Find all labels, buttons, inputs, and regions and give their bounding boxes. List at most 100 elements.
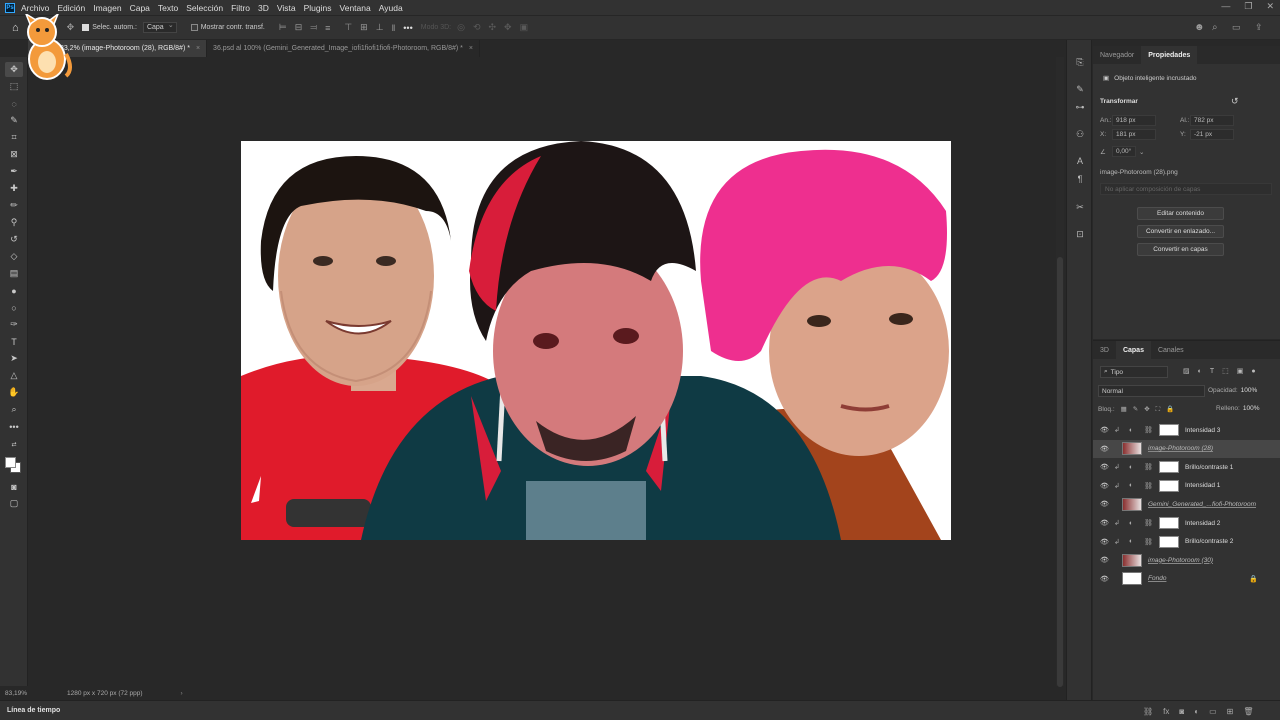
visibility-eye-icon[interactable]: 👁 [1100,556,1110,564]
distribute-vertical-icon[interactable]: ‖ [392,23,396,33]
history-icon[interactable]: ⎘ [1073,55,1087,69]
tab-properties[interactable]: Propiedades [1141,46,1198,64]
menu-ventana[interactable]: Ventana [340,3,371,13]
menu-archivo[interactable]: Archivo [21,3,49,13]
libraries-icon[interactable]: ⚇ [1073,127,1087,141]
filter-shape-icon[interactable]: ⬚ [1222,367,1229,375]
tools-icon[interactable]: ✂ [1073,200,1087,214]
foreground-color-swatch[interactable] [5,457,16,468]
brush-settings-icon[interactable]: ✎ [1073,82,1087,96]
align-bottom-icon[interactable]: ⊥ [376,22,384,33]
visibility-eye-icon[interactable]: 👁 [1100,463,1110,471]
x-field[interactable]: 181 px [1112,129,1156,140]
visibility-eye-icon[interactable]: 👁 [1100,426,1110,434]
menu-3d[interactable]: 3D [258,3,269,13]
visibility-eye-icon[interactable]: 👁 [1100,500,1110,508]
width-field[interactable]: 918 px [1112,115,1156,126]
layer-mask-thumbnail[interactable] [1159,461,1179,474]
layer-thumbnail[interactable] [1122,553,1142,567]
adjustment-layer-icon[interactable]: ◐ [1129,464,1140,471]
layer-name[interactable]: Fondo [1148,575,1166,582]
filter-type-icon[interactable]: T [1210,368,1214,375]
layer-name[interactable]: Brillo/contraste 1 [1185,464,1233,471]
visibility-eye-icon[interactable]: 👁 [1100,538,1110,546]
tab-3d[interactable]: 3D [1093,341,1116,359]
eyedropper-tool-icon[interactable]: ✒ [5,164,23,179]
layer-name[interactable]: Intensidad 3 [1185,427,1220,434]
layer-row[interactable]: 👁 image-Photoroom (30) [1093,551,1280,569]
eraser-tool-icon[interactable]: ◇ [5,249,23,264]
layer-row[interactable]: 👁 image-Photoroom (28) [1093,439,1280,458]
menu-seleccion[interactable]: Selección [186,3,223,13]
delete-layer-icon[interactable]: 🗑 [1243,707,1253,716]
status-arrow-icon[interactable]: › [181,690,183,697]
document-canvas[interactable] [241,141,951,540]
tab-channels[interactable]: Canales [1151,341,1191,359]
layer-name[interactable]: image-Photoroom (30) [1148,557,1213,564]
workspace-icon[interactable]: ▭ [1232,22,1241,33]
vertical-scroll-thumb[interactable] [1057,257,1063,687]
paragraph-icon[interactable]: ¶ [1073,172,1087,186]
y-field[interactable]: -21 px [1190,129,1234,140]
height-field[interactable]: 782 px [1190,115,1234,126]
layer-filter-dropdown[interactable]: ⌕ Tipo [1100,366,1168,378]
convert-to-linked-button[interactable]: Convertir en enlazado... [1137,225,1224,238]
align-right-icon[interactable]: ⫤ [310,22,317,33]
restore-icon[interactable]: ❐ [1244,1,1252,12]
auto-select-option[interactable]: Selec. autom.: [82,24,137,31]
layer-row[interactable]: 👁 ↲ ◐ ⛓ Brillo/contraste 1 [1093,458,1280,476]
document-info[interactable]: 1280 px x 720 px (72 ppp) [67,690,143,697]
filter-adjustment-icon[interactable]: ◐ [1198,368,1202,375]
clone-stamp-icon[interactable]: ⚲ [5,215,23,230]
blend-mode-dropdown[interactable]: Normal [1098,385,1205,397]
show-transform-checkbox[interactable] [190,24,198,31]
align-middle-icon[interactable]: ⊞ [360,22,368,33]
quick-mask-icon[interactable]: ◙ [5,479,23,494]
add-mask-icon[interactable]: ◙ [1179,707,1184,716]
minimize-icon[interactable]: — [1221,1,1230,12]
close-tab-icon[interactable]: × [196,45,200,52]
layer-mask-thumbnail[interactable] [1159,424,1179,436]
layer-mask-thumbnail[interactable] [1159,517,1179,529]
hand-tool-icon[interactable]: ✋ [5,385,23,400]
adjustments-icon[interactable]: ⊶ [1073,100,1087,114]
dodge-tool-icon[interactable]: ○ [5,300,23,315]
layer-name[interactable]: Brillo/contraste 2 [1185,538,1233,545]
align-center-icon[interactable]: ⊟ [295,22,303,33]
search-icon[interactable]: ⌕ [1212,22,1218,33]
share-icon[interactable]: ⇪ [1255,22,1263,33]
chain-link-icon[interactable]: ⛓ [1144,463,1155,471]
brush-tool-icon[interactable]: ✏ [5,198,23,213]
distribute-icon[interactable]: ≡ [325,23,330,33]
pen-tool-icon[interactable]: ✑ [5,317,23,332]
zoom-level[interactable]: 83,19% [5,690,65,697]
link-layers-icon[interactable]: ⛓ [1143,707,1153,716]
layer-row[interactable]: 👁 ↲ ◐ ⛓ Intensidad 1 [1093,477,1280,495]
screen-mode-icon[interactable]: ▢ [5,496,23,511]
zoom-tool-icon[interactable]: ⌕ [5,402,23,417]
menu-capa[interactable]: Capa [130,3,150,13]
new-group-icon[interactable]: ▭ [1209,707,1217,716]
layer-thumbnail[interactable] [1122,572,1142,586]
character-icon[interactable]: A [1073,154,1087,168]
tab-layers[interactable]: Capas [1115,341,1151,359]
menu-imagen[interactable]: Imagen [93,3,121,13]
layer-mask-thumbnail[interactable] [1159,479,1179,492]
type-tool-icon[interactable]: T [5,334,23,349]
convert-to-layers-button[interactable]: Convertir en capas [1137,243,1224,256]
fx-icon[interactable]: fx [1163,707,1169,716]
layer-mask-thumbnail[interactable] [1159,535,1179,548]
edit-contents-button[interactable]: Editar contenido [1137,207,1224,220]
healing-brush-icon[interactable]: ✚ [5,181,23,196]
adjustment-layer-icon[interactable]: ◐ [1129,538,1140,545]
more-options-icon[interactable]: ••• [403,23,412,33]
menu-ayuda[interactable]: Ayuda [379,3,403,13]
menu-texto[interactable]: Texto [158,3,178,13]
user-icon[interactable]: ☻ [1194,22,1205,33]
new-layer-icon[interactable]: ⊞ [1227,707,1234,716]
chain-link-icon[interactable]: ⛓ [1144,482,1155,490]
vertical-scrollbar[interactable] [1056,57,1064,687]
layer-row[interactable]: 👁 ↲ ◐ ⛓ Brillo/contraste 2 [1093,533,1280,551]
new-adjustment-icon[interactable]: ◐ [1194,707,1199,716]
align-top-icon[interactable]: ⊤ [344,22,352,33]
